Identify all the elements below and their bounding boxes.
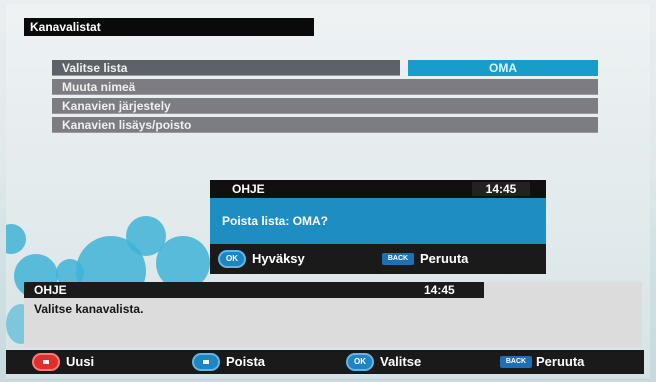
cancel-button[interactable]: Peruuta <box>420 251 468 266</box>
menu-item-label: Valitse lista <box>62 61 128 75</box>
help-clock: 14:45 <box>424 283 455 297</box>
menu-item-label: Kanavien lisäys/poisto <box>62 118 192 132</box>
menu-item-arrange-channels[interactable]: Kanavien järjestely <box>52 98 598 114</box>
help-header: OHJE 14:45 <box>24 282 484 298</box>
help-title: OHJE <box>34 283 67 297</box>
dialog-title: OHJE <box>232 182 265 196</box>
selected-list-value[interactable]: OMA <box>408 60 598 76</box>
menu-item-label: Kanavien järjestely <box>62 99 171 113</box>
new-button[interactable]: Uusi <box>66 354 94 369</box>
cancel-button[interactable]: Peruuta <box>536 354 584 369</box>
dialog-clock: 14:45 <box>472 182 530 196</box>
red-key-icon[interactable] <box>32 353 60 371</box>
delete-button[interactable]: Poista <box>226 354 265 369</box>
dialog-message: Poista lista: OMA? <box>210 198 546 244</box>
ok-icon[interactable]: OK <box>346 353 374 371</box>
dialog-footer: OK Hyväksy BACK Peruuta <box>210 244 546 274</box>
blue-key-icon[interactable] <box>192 353 220 371</box>
confirm-button[interactable]: Hyväksy <box>252 251 305 266</box>
menu-item-label: Muuta nimeä <box>62 80 136 94</box>
decor-bubble <box>6 224 26 254</box>
select-button[interactable]: Valitse <box>380 354 421 369</box>
help-text: Valitse kanavalista. <box>34 302 144 316</box>
ok-icon[interactable]: OK <box>218 250 246 268</box>
menu-item-add-remove-channels[interactable]: Kanavien lisäys/poisto <box>52 117 598 133</box>
menu-item-rename[interactable]: Muuta nimeä <box>52 79 598 95</box>
key-hint-bar: Uusi Poista OK Valitse BACK Peruuta <box>6 350 644 374</box>
help-panel: OHJE 14:45 Valitse kanavalista. <box>24 282 642 348</box>
back-icon[interactable]: BACK <box>500 356 532 368</box>
dialog-header: OHJE 14:45 <box>210 180 546 198</box>
menu-title: Kanavalistat <box>24 18 314 36</box>
back-icon[interactable]: BACK <box>382 253 414 265</box>
menu-item-select-list[interactable]: Valitse lista <box>52 60 400 76</box>
confirm-dialog: OHJE 14:45 Poista lista: OMA? OK Hyväksy… <box>210 180 546 274</box>
